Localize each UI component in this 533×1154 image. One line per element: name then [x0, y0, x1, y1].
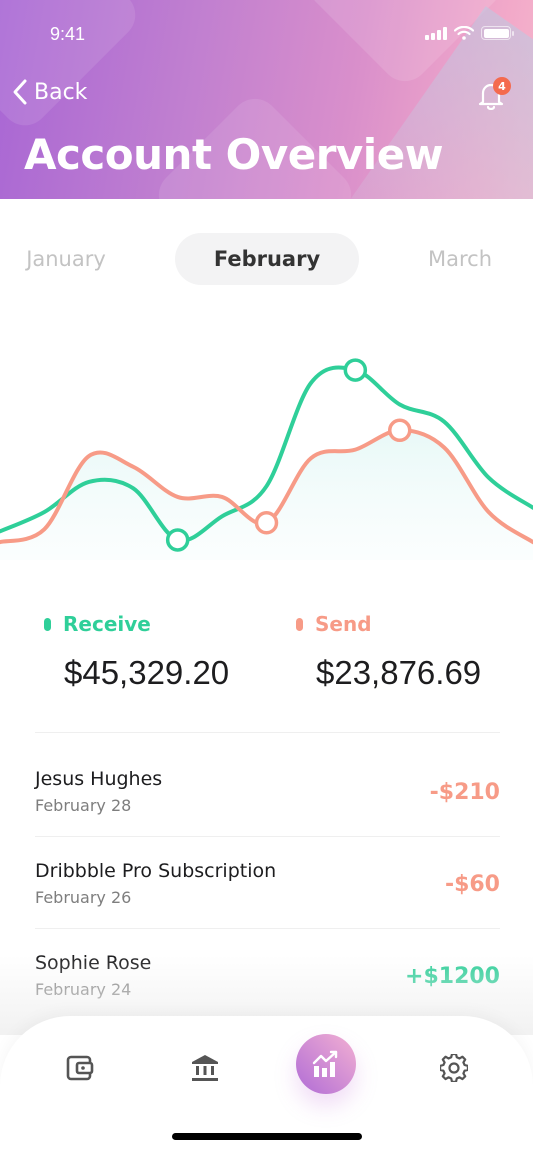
divider	[35, 732, 500, 733]
legend-send: Send	[296, 612, 372, 636]
divider	[35, 928, 500, 929]
series-area-send	[0, 430, 533, 560]
status-icons	[425, 26, 514, 40]
tab-wallet[interactable]	[58, 1046, 102, 1090]
tab-bank[interactable]	[183, 1046, 227, 1090]
page-title: Account Overview	[24, 130, 444, 179]
tab-march[interactable]: March	[400, 233, 520, 285]
legend-send-label: Send	[315, 612, 372, 636]
notification-badge: 4	[493, 77, 511, 95]
transaction-row[interactable]: Dribbble Pro Subscription February 26 -$…	[35, 860, 500, 930]
signal-icon	[425, 26, 447, 40]
data-point-receive[interactable]	[343, 358, 368, 382]
chevron-left-icon	[13, 79, 27, 105]
tab-settings[interactable]	[432, 1046, 476, 1090]
bank-icon	[192, 1055, 218, 1081]
transaction-name: Dribbble Pro Subscription	[35, 860, 277, 882]
wifi-icon	[454, 26, 474, 40]
back-button[interactable]: Back	[12, 78, 87, 106]
transaction-amount: -$210	[429, 780, 500, 805]
home-indicator	[172, 1133, 362, 1140]
transaction-row[interactable]: Jesus Hughes February 28 -$210	[35, 768, 500, 838]
receive-dot-icon	[44, 617, 51, 631]
status-time: 9:41	[50, 24, 86, 44]
notifications-button[interactable]: 4	[477, 77, 511, 111]
month-selector: January February March	[0, 233, 533, 285]
send-dot-icon	[296, 617, 303, 631]
data-point-send[interactable]	[254, 511, 279, 535]
decor-shape	[0, 0, 146, 136]
transaction-name: Jesus Hughes	[35, 768, 163, 790]
send-amount: $23,876.69	[316, 654, 482, 691]
divider	[35, 836, 500, 837]
line-chart	[0, 358, 533, 560]
transaction-date: February 26	[35, 888, 132, 907]
gear-icon	[440, 1054, 468, 1082]
tab-january[interactable]: January	[0, 233, 132, 285]
receive-amount: $45,329.20	[64, 654, 230, 691]
transaction-amount: -$60	[444, 872, 500, 897]
back-label: Back	[34, 79, 88, 105]
battery-icon	[481, 26, 514, 40]
legend-receive-label: Receive	[63, 612, 151, 636]
chart-growth-icon	[312, 1050, 338, 1077]
tab-february[interactable]: February	[175, 233, 359, 285]
transaction-date: February 28	[35, 796, 132, 815]
wallet-icon	[66, 1055, 94, 1081]
header: 9:41 Back 4 Account Overview	[0, 0, 533, 199]
tab-overview[interactable]	[296, 1034, 356, 1094]
legend-receive: Receive	[44, 612, 151, 636]
data-point-receive[interactable]	[165, 528, 190, 552]
data-point-send[interactable]	[388, 418, 412, 443]
